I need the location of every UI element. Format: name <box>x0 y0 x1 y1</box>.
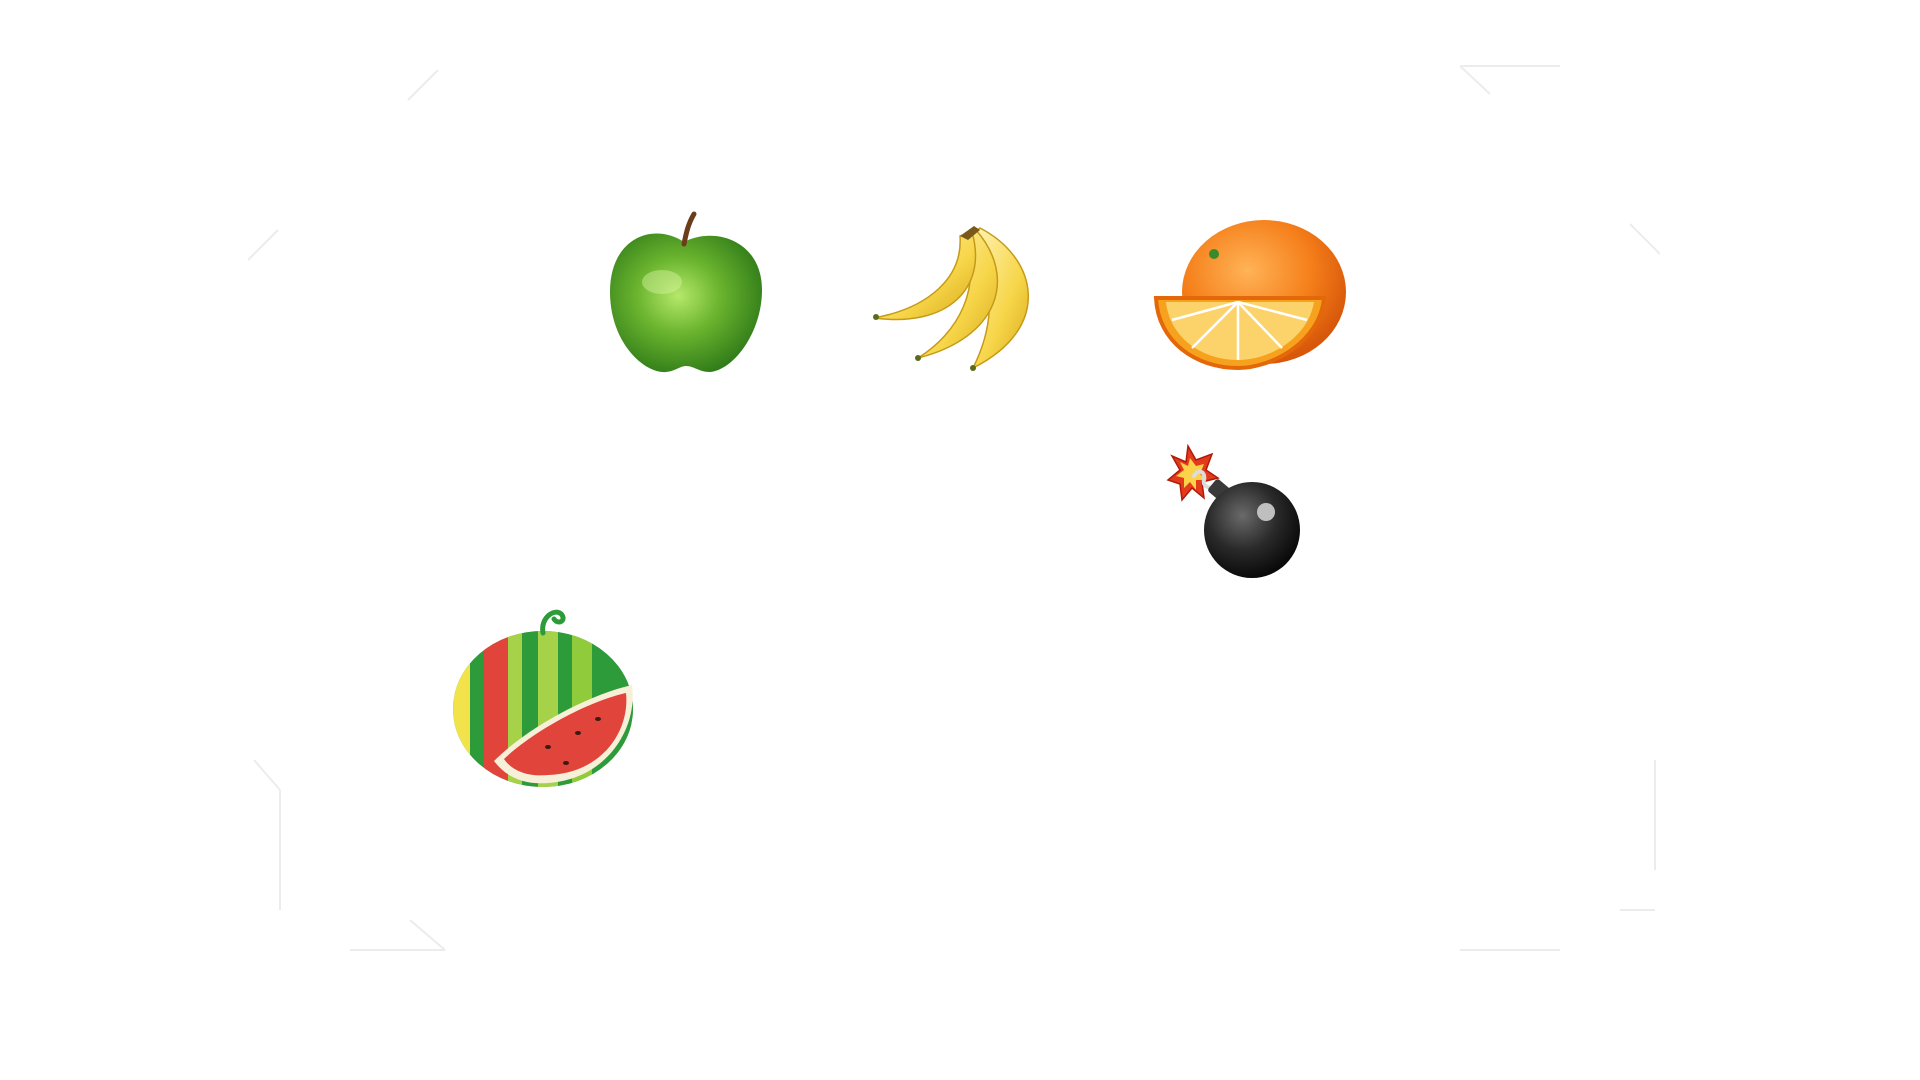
green-apple-icon[interactable] <box>604 211 764 377</box>
bomb-icon[interactable] <box>1166 443 1308 582</box>
frame-corner-bottom-left <box>253 760 446 951</box>
cut-watermelon-icon[interactable] <box>448 607 638 789</box>
frame-corner-top-right <box>1460 65 1660 255</box>
frame-corner-bottom-right <box>1460 760 1656 951</box>
game-board <box>0 0 1920 1080</box>
frame-corner-top-left <box>248 70 439 261</box>
orange-with-slice-icon[interactable] <box>1152 220 1348 372</box>
banana-bunch-icon[interactable] <box>868 218 1060 376</box>
